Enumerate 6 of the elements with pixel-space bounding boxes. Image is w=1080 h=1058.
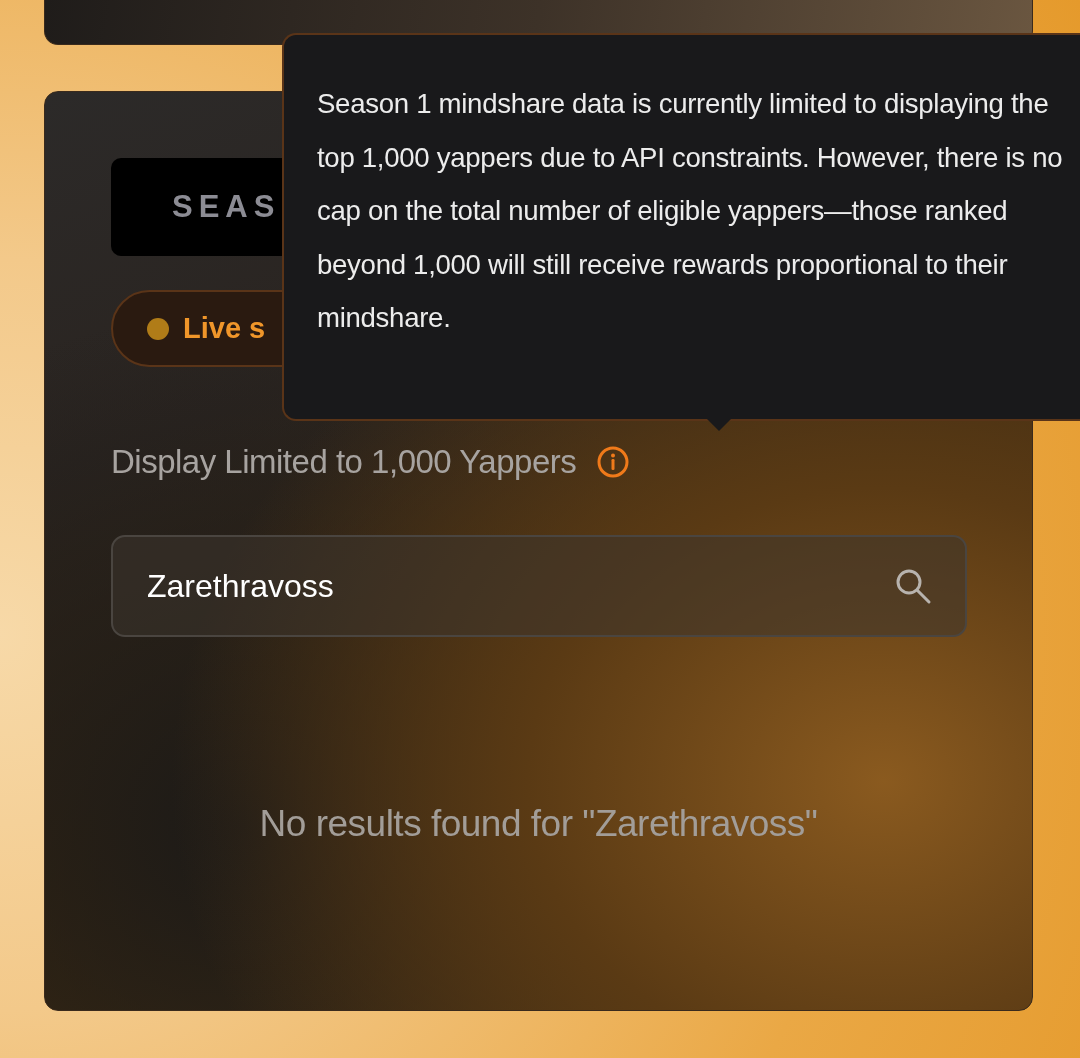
status-dot [147, 317, 169, 340]
display-limit-label: Display Limited to 1,000 Yappers [111, 443, 577, 481]
info-icon[interactable] [596, 445, 631, 479]
status-label: Live s [183, 312, 266, 345]
search-field[interactable]: Zarethravoss [111, 535, 967, 637]
empty-message: No results found for "Zarethravoss" [258, 803, 819, 845]
